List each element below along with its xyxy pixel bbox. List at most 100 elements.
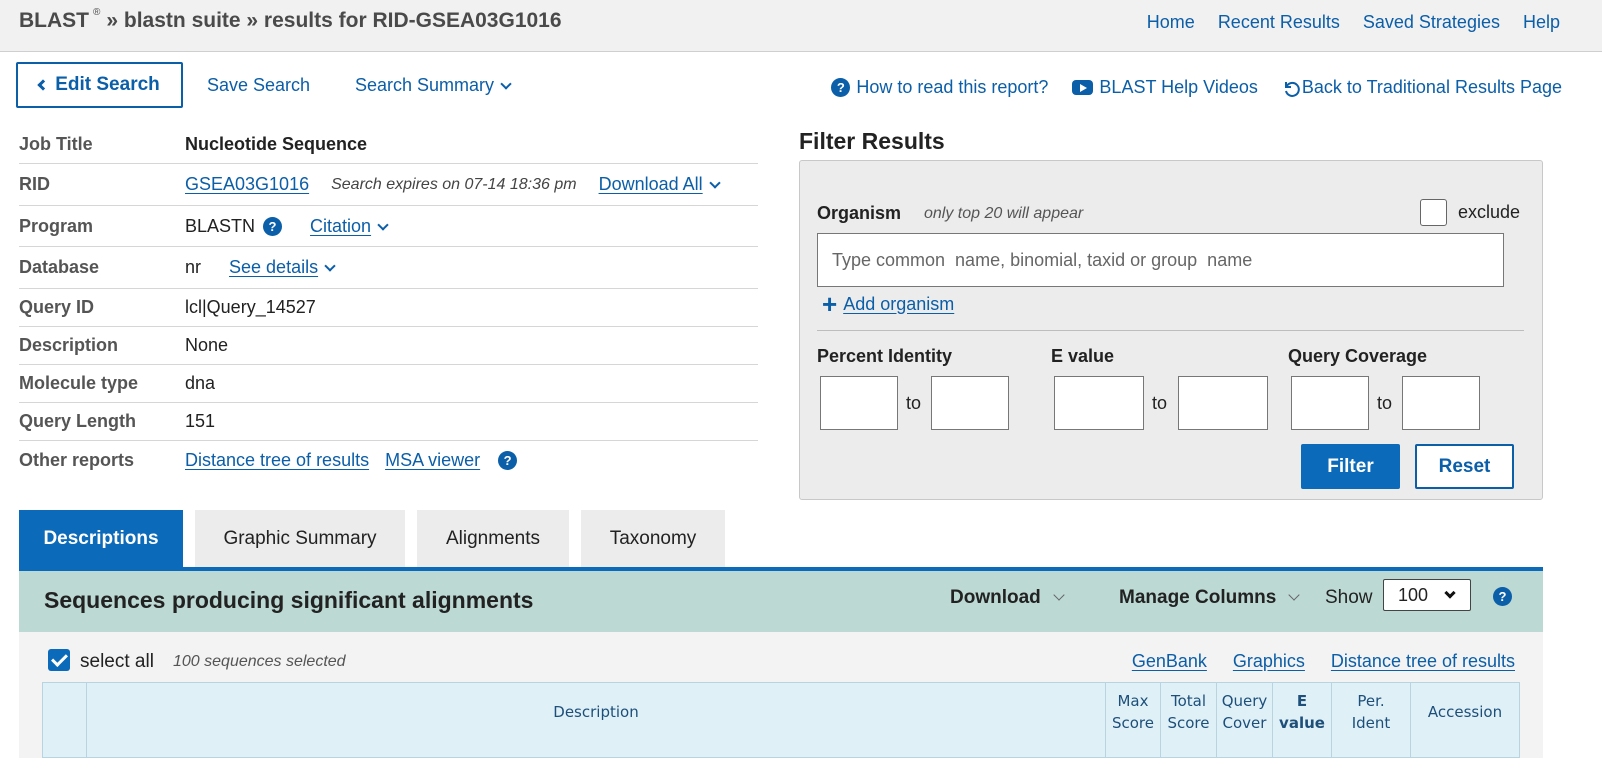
help-videos-label: BLAST Help Videos: [1099, 77, 1258, 97]
save-search-link[interactable]: Save Search: [207, 75, 310, 96]
chevron-down-icon: [1053, 589, 1065, 601]
job-title-value: Nucleotide Sequence: [185, 134, 368, 154]
tab-alignments[interactable]: Alignments: [417, 510, 569, 568]
nav-home[interactable]: Home: [1147, 12, 1195, 33]
results-header: Sequences producing significant alignmen…: [19, 571, 1543, 632]
tab-taxonomy[interactable]: Taxonomy: [581, 510, 725, 568]
breadcrumb-path: » blastn suite » results for RID-GSEA03G…: [106, 9, 562, 32]
exclude-label: exclude: [1458, 202, 1521, 222]
msa-viewer-link[interactable]: MSA viewer: [385, 450, 480, 471]
column-per-ident-line2: Ident: [1351, 714, 1391, 732]
query-length-row: Query Length 151: [19, 403, 758, 441]
selection-links: GenBank Graphics Distance tree of result…: [1132, 651, 1515, 672]
column-accession[interactable]: Accession: [1411, 683, 1519, 757]
query-length-label: Query Length: [19, 411, 137, 431]
chevron-left-icon: [37, 79, 49, 91]
database-label: Database: [19, 257, 100, 277]
search-summary-link[interactable]: Search Summary: [355, 75, 512, 96]
genbank-link[interactable]: GenBank: [1132, 651, 1207, 672]
program-value: BLASTN: [185, 215, 256, 236]
select-all-label[interactable]: select all: [80, 651, 154, 673]
nav-saved-strategies[interactable]: Saved Strategies: [1363, 12, 1500, 33]
show-count-value: 100: [1398, 584, 1429, 605]
query-coverage-max-input[interactable]: [1402, 376, 1480, 430]
rid-link[interactable]: GSEA03G1016: [185, 174, 309, 195]
filter-title: Filter Results: [799, 128, 945, 154]
column-per-ident-line1: Per.: [1357, 692, 1385, 711]
graphics-link[interactable]: Graphics: [1233, 651, 1305, 672]
database-row: Database nr See details: [19, 247, 758, 289]
filter-panel: Organism only top 20 will appear exclude…: [799, 160, 1543, 500]
see-details-label: See details: [229, 257, 319, 277]
query-coverage-label: Query Coverage: [1288, 346, 1428, 366]
e-value-max-input[interactable]: [1178, 376, 1268, 430]
show-label: Show: [1325, 587, 1373, 608]
nav-help[interactable]: Help: [1523, 12, 1560, 33]
select-all-checkbox[interactable]: [48, 649, 70, 671]
manage-columns-dropdown[interactable]: Manage Columns: [1119, 587, 1300, 609]
job-info-table: Job Title Nucleotide Sequence RID GSEA03…: [19, 126, 758, 479]
percent-identity-to: to: [906, 393, 922, 413]
result-tabs: Descriptions Graphic Summary Alignments …: [19, 510, 725, 568]
breadcrumb: BLAST ® » blastn suite » results for RID-G…: [19, 7, 562, 33]
column-per-ident[interactable]: Per. Ident: [1332, 683, 1411, 757]
query-coverage-min-input[interactable]: [1291, 376, 1369, 430]
percent-identity-min-input[interactable]: [820, 376, 898, 430]
plus-icon: +: [822, 289, 838, 319]
tab-descriptions[interactable]: Descriptions: [19, 510, 183, 568]
column-query-cover-line1: Query: [1221, 692, 1268, 711]
how-to-read-label: How to read this report?: [856, 77, 1049, 97]
how-to-read-link[interactable]: ? How to read this report?: [831, 77, 1048, 98]
query-id-label: Query ID: [19, 297, 95, 317]
download-dropdown[interactable]: Download: [950, 587, 1065, 609]
chevron-down-icon: [1288, 589, 1300, 601]
exclude-checkbox[interactable]: [1420, 199, 1447, 226]
video-play-icon: [1072, 80, 1094, 95]
breadcrumb-brand[interactable]: BLAST: [19, 9, 89, 32]
reset-button[interactable]: Reset: [1415, 444, 1514, 489]
results-title: Sequences producing significant alignmen…: [44, 587, 534, 613]
filter-button[interactable]: Filter: [1301, 444, 1400, 489]
organism-input[interactable]: [817, 233, 1504, 287]
job-title-label: Job Title: [19, 134, 93, 154]
column-query-cover[interactable]: Query Cover: [1217, 683, 1273, 757]
download-all-link[interactable]: Download All: [598, 174, 721, 195]
see-details-link[interactable]: See details: [229, 257, 336, 278]
question-circle-icon[interactable]: ?: [498, 450, 518, 470]
distance-tree-link[interactable]: Distance tree of results: [185, 450, 369, 471]
percent-identity-max-input[interactable]: [931, 376, 1009, 430]
top-nav: Home Recent Results Saved Strategies Hel…: [1147, 12, 1560, 33]
add-organism-label: Add organism: [843, 293, 955, 314]
download-all-label: Download All: [598, 174, 703, 194]
e-value-min-input[interactable]: [1054, 376, 1144, 430]
top-bar: BLAST ® » blastn suite » results for RID-G…: [0, 0, 1602, 52]
add-organism-link[interactable]: + Add organism: [822, 291, 954, 317]
column-e-value[interactable]: Evalue: [1273, 683, 1332, 757]
filter-divider: [817, 330, 1524, 331]
edit-search-button[interactable]: Edit Search: [16, 62, 183, 108]
distance-tree-results-link[interactable]: Distance tree of results: [1331, 651, 1515, 672]
column-total-score[interactable]: Total Score: [1161, 683, 1217, 757]
molecule-value: dna: [185, 373, 216, 393]
query-length-value: 151: [185, 411, 216, 431]
column-max-score[interactable]: Max Score: [1106, 683, 1161, 757]
column-e-value-line1: E: [1296, 692, 1308, 711]
other-reports-row: Other reports Distance tree of results M…: [19, 441, 758, 479]
nav-recent-results[interactable]: Recent Results: [1218, 12, 1340, 33]
tab-graphic-summary[interactable]: Graphic Summary: [195, 510, 405, 568]
description-label: Description: [19, 335, 119, 355]
question-circle-icon[interactable]: ?: [263, 216, 283, 236]
column-description[interactable]: Description: [87, 683, 1106, 757]
registered-mark: ®: [93, 7, 101, 18]
help-videos-link[interactable]: BLAST Help Videos: [1072, 77, 1258, 98]
show-count-select[interactable]: 100: [1383, 579, 1471, 611]
molecule-label: Molecule type: [19, 373, 139, 393]
help-links: ? How to read this report? BLAST Help Vi…: [831, 77, 1562, 98]
column-max-score-line2: Score: [1111, 714, 1154, 732]
query-id-value: lcl|Query_14527: [185, 297, 316, 317]
citation-link[interactable]: Citation: [310, 216, 389, 237]
question-circle-icon[interactable]: ?: [1493, 587, 1512, 606]
organism-hint: only top 20 will appear: [924, 205, 1084, 222]
back-traditional-link[interactable]: Back to Traditional Results Page: [1282, 77, 1562, 98]
chevron-down-icon: [1444, 587, 1456, 599]
